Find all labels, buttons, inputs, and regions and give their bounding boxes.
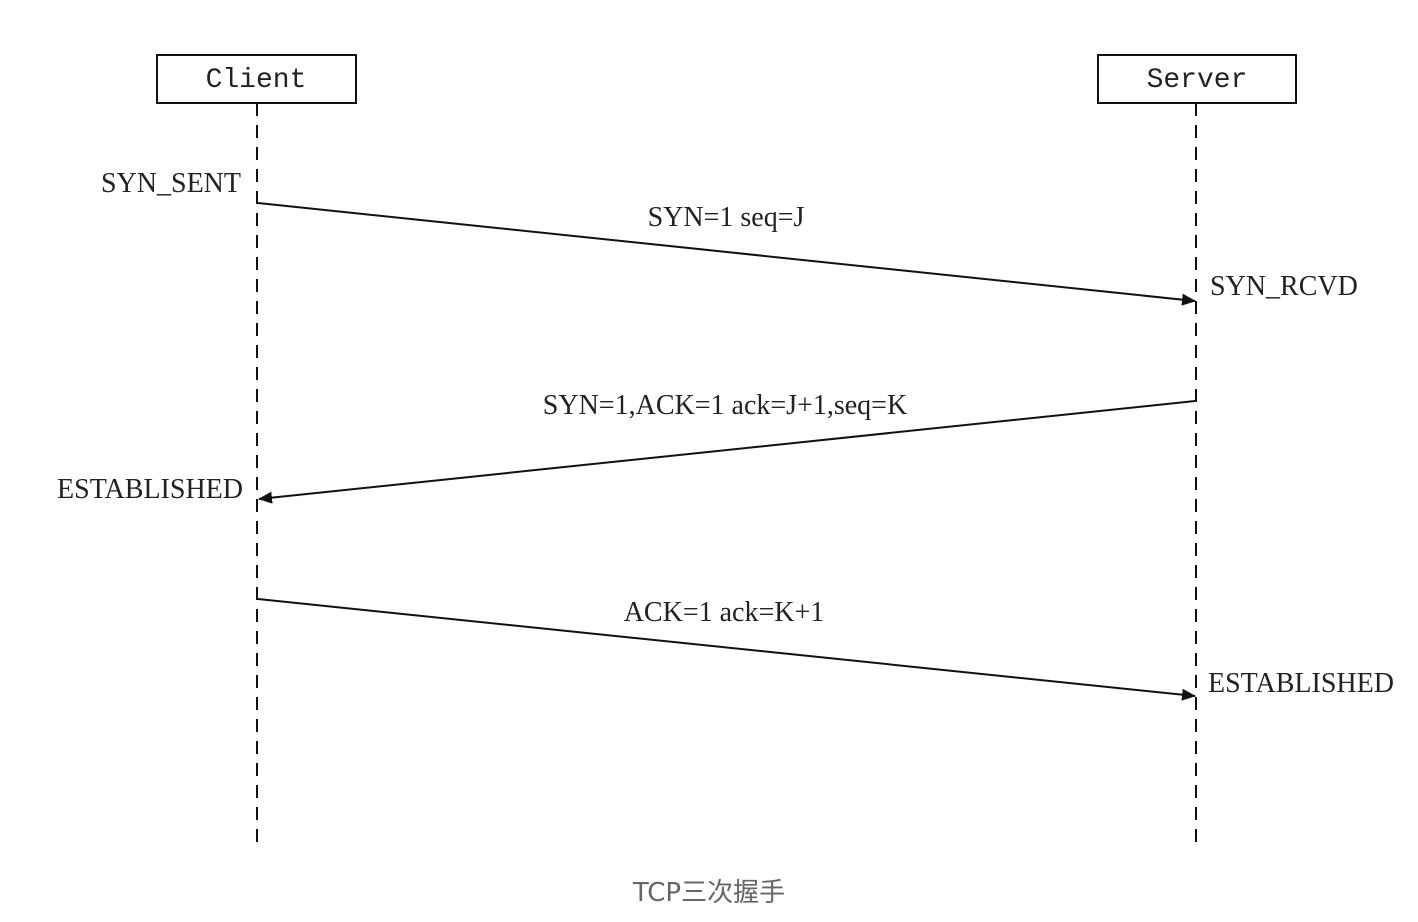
- server-state-syn-rcvd: SYN_RCVD: [1210, 271, 1358, 302]
- message-label-syn-ack: SYN=1,ACK=1 ack=J+1,seq=K: [543, 390, 907, 421]
- server-label: Server: [1147, 65, 1248, 96]
- figure-caption: TCP三次握手: [632, 878, 786, 908]
- client-state-syn-sent: SYN_SENT: [101, 168, 241, 199]
- client-label: Client: [206, 65, 307, 96]
- sequence-diagram: Client Server SYN_SENT SYN_RCVD ESTABLIS…: [57, 54, 1394, 848]
- client-state-established: ESTABLISHED: [57, 474, 243, 505]
- message-label-ack: ACK=1 ack=K+1: [624, 597, 825, 628]
- server-state-established: ESTABLISHED: [1208, 668, 1394, 699]
- message-label-syn: SYN=1 seq=J: [648, 202, 805, 233]
